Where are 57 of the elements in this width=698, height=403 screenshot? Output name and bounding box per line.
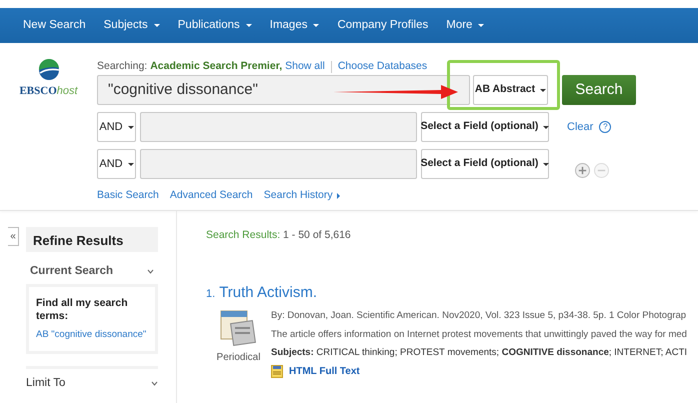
collapse-button[interactable]: « [8, 227, 19, 246]
plus-icon [577, 164, 588, 176]
clear-link[interactable]: Clear [567, 118, 594, 136]
search-input[interactable]: "cognitive dissonance" [97, 75, 470, 105]
nav-link[interactable]: More [437, 16, 494, 34]
caret-icon [540, 88, 546, 92]
field-dropdown[interactable]: AB Abstract [473, 75, 548, 105]
document-icon [271, 365, 283, 378]
operator-dropdown[interactable]: AND [97, 149, 136, 179]
caret-icon [478, 24, 484, 27]
result-subjects: Subjects: CRITICAL thinking; PROTEST movements; COGNITIVE dissonance; INTERNET; ACTI [271, 347, 688, 358]
logo-icon [38, 59, 60, 81]
nav-link[interactable]: New Search [14, 16, 95, 34]
database-name: Academic Search Premier, [150, 59, 282, 74]
caret-icon [128, 162, 134, 166]
result-byline: By: Donovan, Joan. Scientific American. Nov2020, Vol. 323 Issue 5, p34-38. 5p. 1 Color Photograp [271, 310, 688, 322]
caret-icon [246, 24, 252, 27]
search-input[interactable] [140, 112, 417, 142]
nav-link[interactable]: Company Profiles [328, 16, 438, 34]
operator-dropdown[interactable]: AND [97, 112, 136, 142]
result-number: 1. [206, 286, 216, 302]
caret-icon [543, 162, 550, 166]
caret-icon [154, 24, 160, 27]
link[interactable]: Advanced Search [170, 188, 253, 204]
results-label: Search Results: [206, 229, 280, 241]
link[interactable]: Basic Search [97, 188, 159, 204]
nav-link[interactable]: Subjects [94, 16, 169, 34]
publication-type: Periodical [216, 351, 260, 366]
section-title: Current Search [30, 264, 114, 279]
choose-databases-link[interactable]: Choose Databases [338, 59, 428, 75]
nav-link[interactable]: Publications [168, 16, 261, 34]
logo-text: EBSCO [19, 85, 57, 97]
search-term-link[interactable]: AB "cognitive dissonance" [36, 328, 148, 343]
dropdown-link[interactable]: Search History [264, 188, 340, 204]
panel-title: Refine Results [26, 227, 158, 252]
result-abstract: The article offers information on Internet protest movements that unwittingly paved the way for med [271, 328, 688, 340]
caret-icon [543, 126, 550, 128]
searching-label: Searching: [97, 59, 148, 74]
nav-link[interactable]: Images [260, 16, 328, 34]
box-heading: Find all my search terms: [36, 297, 129, 322]
logo-text: host [56, 85, 78, 97]
periodical-icon [220, 310, 258, 346]
add-row-button[interactable] [575, 162, 590, 178]
full-text-link[interactable]: HTML Full Text [289, 366, 360, 378]
search-input[interactable] [140, 149, 417, 179]
result-title-link[interactable]: Truth Activism. [219, 282, 317, 304]
caret-icon [313, 24, 320, 27]
chevron-down-icon[interactable] [147, 269, 154, 274]
field-dropdown[interactable]: Select a Field (optional) [421, 149, 549, 179]
caret-icon [128, 126, 134, 128]
field-dropdown[interactable]: Select a Field (optional) [421, 112, 549, 142]
show-all-link[interactable]: Show all [285, 59, 325, 75]
chevron-down-icon[interactable] [151, 380, 158, 386]
help-button[interactable]: ? [599, 121, 612, 133]
section-title: Limit To [26, 376, 66, 391]
results-count: 1 - 50 of 5,616 [283, 229, 351, 241]
search-button[interactable]: Search [562, 75, 636, 105]
